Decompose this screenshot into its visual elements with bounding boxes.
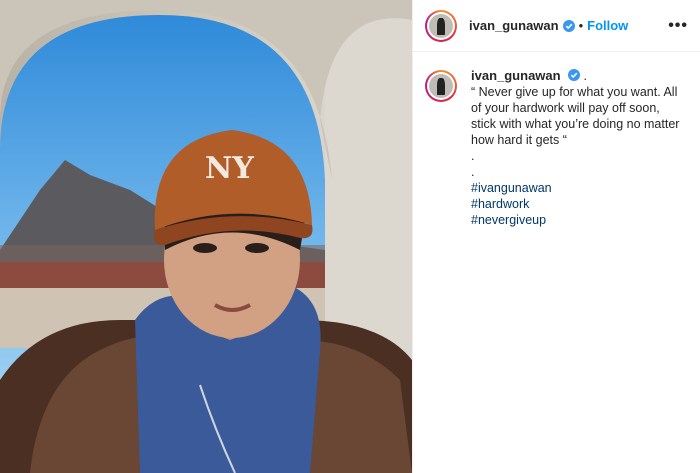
verified-badge-icon — [568, 69, 581, 81]
avatar-image — [429, 13, 453, 38]
post-side-panel: ivan_gunawan • Follow ••• ivan_gunawan .… — [412, 0, 700, 473]
svg-text:NY: NY — [205, 151, 254, 186]
more-options-icon[interactable]: ••• — [668, 17, 688, 35]
post-photo: NY — [0, 0, 412, 473]
caption-avatar[interactable] — [425, 70, 457, 102]
caption-text: ivan_gunawan . “ Never give up for what … — [471, 68, 681, 228]
photo-illustration: NY — [0, 0, 412, 473]
hashtag-link[interactable]: #nevergiveup — [471, 212, 681, 228]
post-header: ivan_gunawan • Follow ••• — [413, 0, 700, 52]
caption-trail: . — [583, 69, 588, 83]
caption-dot-line: . — [471, 149, 475, 163]
hashtag-link[interactable]: #ivangunawan — [471, 180, 681, 196]
caption-username-link[interactable]: ivan_gunawan — [471, 68, 561, 83]
follow-button[interactable]: Follow — [587, 18, 628, 33]
post-caption: ivan_gunawan . “ Never give up for what … — [413, 52, 700, 228]
username-link[interactable]: ivan_gunawan — [469, 18, 559, 33]
separator-dot: • — [578, 18, 584, 33]
avatar[interactable] — [425, 9, 457, 42]
caption-quote: “ Never give up for what you want. All o… — [471, 85, 680, 147]
hashtag-link[interactable]: #hardwork — [471, 196, 681, 212]
caption-dot-line: . — [471, 165, 475, 179]
avatar-image — [429, 74, 453, 98]
verified-badge-icon — [562, 19, 575, 32]
